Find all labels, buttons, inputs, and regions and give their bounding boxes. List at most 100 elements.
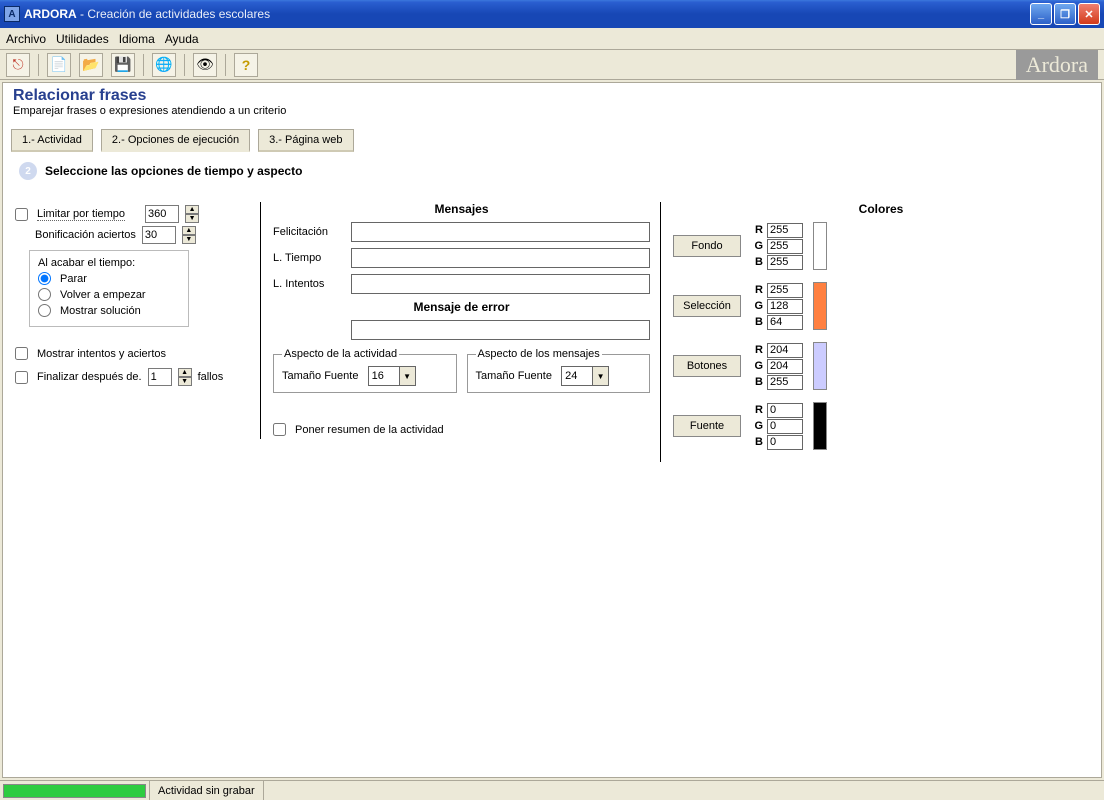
menu-utilidades[interactable]: Utilidades	[56, 32, 109, 46]
limit-time-spin-down[interactable]: ▼	[185, 214, 199, 223]
page-title: Relacionar frases	[13, 87, 1091, 105]
show-attempts-label: Mostrar intentos y aciertos	[37, 348, 166, 360]
color-1-g[interactable]	[767, 299, 803, 314]
color-swatch-1	[813, 282, 827, 330]
title-bar: A ARDORA - Creación de actividades escol…	[0, 0, 1104, 28]
limit-time-input[interactable]	[145, 205, 179, 223]
status-text: Actividad sin grabar	[150, 781, 264, 800]
brand-label: Ardora	[1016, 50, 1098, 80]
tab-exec-options[interactable]: 2.- Opciones de ejecución	[101, 129, 250, 152]
color-3-g[interactable]	[767, 419, 803, 434]
bonus-spin-down[interactable]: ▼	[182, 235, 196, 244]
colors-heading: Colores	[673, 202, 1089, 216]
aspect-activity-fieldset: Aspecto de la actividad Tamaño Fuente ▼	[273, 348, 457, 393]
lintentos-input[interactable]	[351, 274, 650, 294]
limit-time-checkbox[interactable]	[15, 208, 28, 221]
color-0-b[interactable]	[767, 255, 803, 270]
finish-after-checkbox[interactable]	[15, 371, 28, 384]
font-activity-dropdown-icon[interactable]: ▼	[399, 367, 415, 385]
menu-bar: Archivo Utilidades Idioma Ayuda	[0, 28, 1104, 50]
window-subtitle: Creación de actividades escolares	[87, 7, 270, 21]
error-heading: Mensaje de error	[273, 300, 650, 314]
color-swatch-3	[813, 402, 827, 450]
close-button[interactable]: ✕	[1078, 3, 1100, 25]
section-number-badge: 2	[19, 162, 37, 180]
finish-after-input[interactable]	[148, 368, 172, 386]
toolbar-open-icon[interactable]: 📂	[79, 53, 103, 77]
font-messages-dropdown-icon[interactable]: ▼	[592, 367, 608, 385]
felic-label: Felicitación	[273, 226, 343, 238]
radio-solucion-label: Mostrar solución	[60, 305, 141, 317]
limit-time-label: Limitar por tiempo	[37, 208, 125, 221]
color-swatch-2	[813, 342, 827, 390]
progress-bar	[3, 784, 146, 798]
lintentos-label: L. Intentos	[273, 278, 343, 290]
color-2-b[interactable]	[767, 375, 803, 390]
color-0-r[interactable]	[767, 223, 803, 238]
status-bar: Actividad sin grabar	[0, 780, 1104, 800]
bonus-label: Bonificación aciertos	[35, 229, 136, 241]
color-2-g[interactable]	[767, 359, 803, 374]
toolbar-preview-icon[interactable]: 👁	[193, 53, 217, 77]
show-attempts-checkbox[interactable]	[15, 347, 28, 360]
menu-archivo[interactable]: Archivo	[6, 32, 46, 46]
aspect-activity-legend: Aspecto de la actividad	[282, 348, 399, 360]
section-title: Seleccione las opciones de tiempo y aspe…	[45, 164, 302, 178]
fails-label: fallos	[198, 371, 224, 383]
toolbar: ⎋ 📄 📂 💾 🌐 👁 ? Ardora	[0, 50, 1104, 80]
font-label-messages: Tamaño Fuente	[476, 370, 552, 382]
color-btn-3[interactable]: Fuente	[673, 415, 741, 437]
tab-strip: 1.- Actividad 2.- Opciones de ejecución …	[11, 129, 1093, 152]
toolbar-help-icon[interactable]: ?	[234, 53, 258, 77]
tab-activity[interactable]: 1.- Actividad	[11, 129, 93, 152]
limit-time-spin-up[interactable]: ▲	[185, 205, 199, 214]
content-area: Relacionar frases Emparejar frases o exp…	[2, 82, 1102, 778]
radio-parar[interactable]	[38, 272, 51, 285]
menu-ayuda[interactable]: Ayuda	[165, 32, 199, 46]
color-3-b[interactable]	[767, 435, 803, 450]
color-btn-2[interactable]: Botones	[673, 355, 741, 377]
finish-after-spin-up[interactable]: ▲	[178, 368, 192, 377]
summary-label: Poner resumen de la actividad	[295, 424, 444, 436]
tab-web-page[interactable]: 3.- Página web	[258, 129, 353, 152]
toolbar-globe-icon[interactable]: 🌐	[152, 53, 176, 77]
toolbar-exit-icon[interactable]: ⎋	[6, 53, 30, 77]
font-label-activity: Tamaño Fuente	[282, 370, 358, 382]
bonus-spin-up[interactable]: ▲	[182, 226, 196, 235]
ltiempo-input[interactable]	[351, 248, 650, 268]
color-0-g[interactable]	[767, 239, 803, 254]
radio-volver[interactable]	[38, 288, 51, 301]
felic-input[interactable]	[351, 222, 650, 242]
on-end-group: Al acabar el tiempo: Parar Volver a empe…	[29, 250, 189, 327]
toolbar-new-icon[interactable]: 📄	[47, 53, 71, 77]
on-end-label: Al acabar el tiempo:	[38, 257, 180, 269]
aspect-messages-legend: Aspecto de los mensajes	[476, 348, 602, 360]
color-1-b[interactable]	[767, 315, 803, 330]
minimize-button[interactable]: _	[1030, 3, 1052, 25]
finish-after-label: Finalizar después de.	[37, 371, 142, 383]
color-1-r[interactable]	[767, 283, 803, 298]
color-btn-0[interactable]: Fondo	[673, 235, 741, 257]
error-input[interactable]	[351, 320, 650, 340]
color-swatch-0	[813, 222, 827, 270]
aspect-messages-fieldset: Aspecto de los mensajes Tamaño Fuente ▼	[467, 348, 651, 393]
color-btn-1[interactable]: Selección	[673, 295, 741, 317]
messages-heading: Mensajes	[273, 202, 650, 216]
app-name: ARDORA	[24, 7, 77, 21]
ltiempo-label: L. Tiempo	[273, 252, 343, 264]
font-messages-input[interactable]	[562, 367, 592, 385]
page-description: Emparejar frases o expresiones atendiend…	[13, 105, 1091, 117]
color-2-r[interactable]	[767, 343, 803, 358]
radio-parar-label: Parar	[60, 273, 87, 285]
toolbar-save-icon[interactable]: 💾	[111, 53, 135, 77]
color-3-r[interactable]	[767, 403, 803, 418]
summary-checkbox[interactable]	[273, 423, 286, 436]
radio-volver-label: Volver a empezar	[60, 289, 146, 301]
font-activity-input[interactable]	[369, 367, 399, 385]
app-icon: A	[4, 6, 20, 22]
bonus-input[interactable]	[142, 226, 176, 244]
radio-solucion[interactable]	[38, 304, 51, 317]
maximize-button[interactable]: ❐	[1054, 3, 1076, 25]
finish-after-spin-down[interactable]: ▼	[178, 377, 192, 386]
menu-idioma[interactable]: Idioma	[119, 32, 155, 46]
